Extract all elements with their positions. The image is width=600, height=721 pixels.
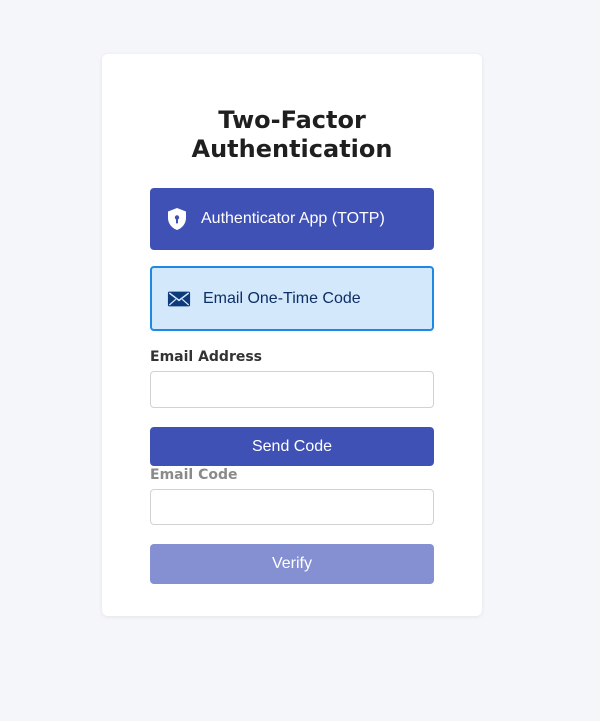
two-factor-card: Two-Factor Authentication Authenticator A… [102,54,482,616]
shield-lock-icon [165,207,189,231]
verify-button[interactable]: Verify [150,544,434,584]
method-option-totp[interactable]: Authenticator App (TOTP) [150,188,434,250]
email-address-input[interactable] [150,371,434,408]
email-code-input[interactable] [150,489,434,525]
email-address-label: Email Address [150,349,263,365]
method-label-email: Email One-Time Code [203,289,361,307]
method-label-totp: Authenticator App (TOTP) [201,210,385,227]
method-option-email[interactable]: Email One-Time Code [150,266,434,331]
email-code-label: Email Code [150,467,238,483]
envelope-icon [167,287,191,311]
send-code-button[interactable]: Send Code [150,427,434,466]
page-title: Two-Factor Authentication [191,106,393,163]
